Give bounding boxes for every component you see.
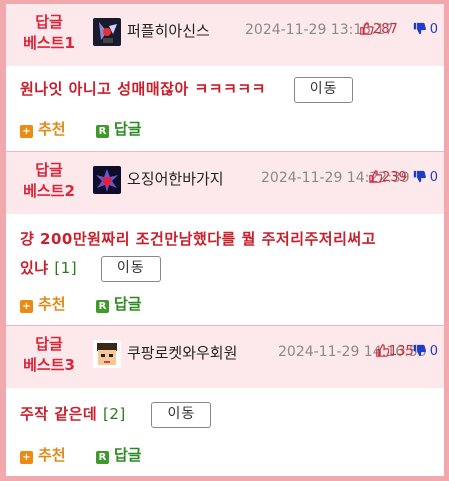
upvote-button[interactable]: 239 xyxy=(369,170,407,185)
recommend-label: 추천 xyxy=(38,295,66,313)
reply-button[interactable]: R 답글 xyxy=(96,118,142,139)
pixel-face-avatar-icon[interactable] xyxy=(93,340,121,368)
best-badge-line1: 답글 xyxy=(35,161,63,179)
best-badge: 답글 베스트2 xyxy=(6,160,92,202)
best-badge-line2: 베스트3 xyxy=(23,356,75,374)
username[interactable]: 퍼플히아신스 xyxy=(127,20,210,41)
recommend-button[interactable]: + 추천 xyxy=(20,444,66,465)
reply-text: 원나잇 아니고 성매매잖아 ㅋㅋㅋㅋㅋ xyxy=(20,80,266,98)
reply-button[interactable]: R 답글 xyxy=(96,444,142,465)
recommend-button[interactable]: + 추천 xyxy=(20,118,66,139)
reply-label: 답글 xyxy=(114,120,142,138)
upvote-button[interactable]: 135 xyxy=(376,344,414,359)
best-badge: 답글 베스트3 xyxy=(6,334,92,376)
downvote-count: 0 xyxy=(429,170,438,185)
reply-r-icon: R xyxy=(96,451,109,464)
thumbs-up-icon xyxy=(369,170,382,183)
username[interactable]: 쿠팡로켓와우회원 xyxy=(127,342,237,363)
move-button[interactable]: 이동 xyxy=(293,76,354,103)
plus-icon: + xyxy=(20,125,33,138)
reply-label: 답글 xyxy=(114,295,142,313)
heart-avatar-icon[interactable] xyxy=(93,166,121,194)
best-badge-line1: 답글 xyxy=(35,335,63,353)
thumbs-down-icon xyxy=(413,22,426,35)
reply-header: 답글 베스트1 퍼플히아신스 2024-11-29 13:15:17 287 0 xyxy=(6,4,444,66)
recommend-label: 추천 xyxy=(38,446,66,464)
thumbs-up-icon xyxy=(376,344,389,357)
reply-text-line2: 있냐 [1] 이동 xyxy=(20,255,440,282)
reply-label: 답글 xyxy=(114,446,142,464)
reply-body: 주작 같은데 [2] 이동 + 추천 R 답글 xyxy=(6,388,444,476)
reply-content[interactable]: 주작 같은데 [2] 이동 xyxy=(20,401,212,428)
reply-content[interactable]: 원나잇 아니고 성매매잖아 ㅋㅋㅋㅋㅋ 이동 xyxy=(20,76,354,103)
best-reply-card-2: 답글 베스트2 오징어한바가지 2024-11-29 14:22:39 239 … xyxy=(6,151,444,325)
best-reply-card-1: 답글 베스트1 퍼플히아신스 2024-11-29 13:15:17 287 0… xyxy=(6,4,444,151)
recommend-label: 추천 xyxy=(38,120,66,138)
downvote-count: 0 xyxy=(429,344,438,359)
reply-text-line1: 걍 200만원짜리 조건만남했다를 뭘 주저리주저리써고 xyxy=(20,230,377,248)
reply-r-icon: R xyxy=(96,125,109,138)
reply-text: 주작 같은데 xyxy=(20,405,98,423)
upvote-count: 239 xyxy=(382,170,407,185)
downvote-button[interactable]: 0 xyxy=(413,22,438,37)
upvote-button[interactable]: 287 xyxy=(360,22,398,37)
downvote-count: 0 xyxy=(429,22,438,37)
thumbs-down-icon xyxy=(413,170,426,183)
thumbs-up-icon xyxy=(360,22,373,35)
reply-content[interactable]: 걍 200만원짜리 조건만남했다를 뭘 주저리주저리써고 있냐 [1] 이동 xyxy=(20,226,440,282)
reply-header: 답글 베스트3 쿠팡로켓와우회원 2024-11-29 14:16:50 135 xyxy=(6,326,444,388)
reply-body: 원나잇 아니고 성매매잖아 ㅋㅋㅋㅋㅋ 이동 + 추천 R 답글 xyxy=(6,66,444,151)
thumbs-down-icon xyxy=(413,344,426,357)
character-avatar-icon[interactable] xyxy=(93,18,121,46)
username[interactable]: 오징어한바가지 xyxy=(127,168,224,189)
upvote-count: 287 xyxy=(373,22,398,37)
reply-r-icon: R xyxy=(96,300,109,313)
plus-icon: + xyxy=(20,451,33,464)
reply-button[interactable]: R 답글 xyxy=(96,293,142,314)
comment-count: [2] xyxy=(102,405,126,423)
comment-count: [1] xyxy=(54,259,78,277)
downvote-button[interactable]: 0 xyxy=(413,344,438,359)
recommend-button[interactable]: + 추천 xyxy=(20,293,66,314)
best-badge: 답글 베스트1 xyxy=(6,12,92,54)
best-badge-line1: 답글 xyxy=(35,13,63,31)
upvote-count: 135 xyxy=(389,344,414,359)
best-badge-line2: 베스트1 xyxy=(23,34,75,52)
move-button[interactable]: 이동 xyxy=(151,401,212,428)
reply-body: 걍 200만원짜리 조건만남했다를 뭘 주저리주저리써고 있냐 [1] 이동 +… xyxy=(6,214,444,325)
plus-icon: + xyxy=(20,300,33,313)
best-reply-card-3: 답글 베스트3 쿠팡로켓와우회원 2024-11-29 14:16:50 135 xyxy=(6,325,444,476)
best-badge-line2: 베스트2 xyxy=(23,182,75,200)
downvote-button[interactable]: 0 xyxy=(413,170,438,185)
best-replies-panel: 답글 베스트1 퍼플히아신스 2024-11-29 13:15:17 287 0… xyxy=(6,4,444,476)
reply-header: 답글 베스트2 오징어한바가지 2024-11-29 14:22:39 239 … xyxy=(6,152,444,214)
move-button[interactable]: 이동 xyxy=(100,255,161,282)
